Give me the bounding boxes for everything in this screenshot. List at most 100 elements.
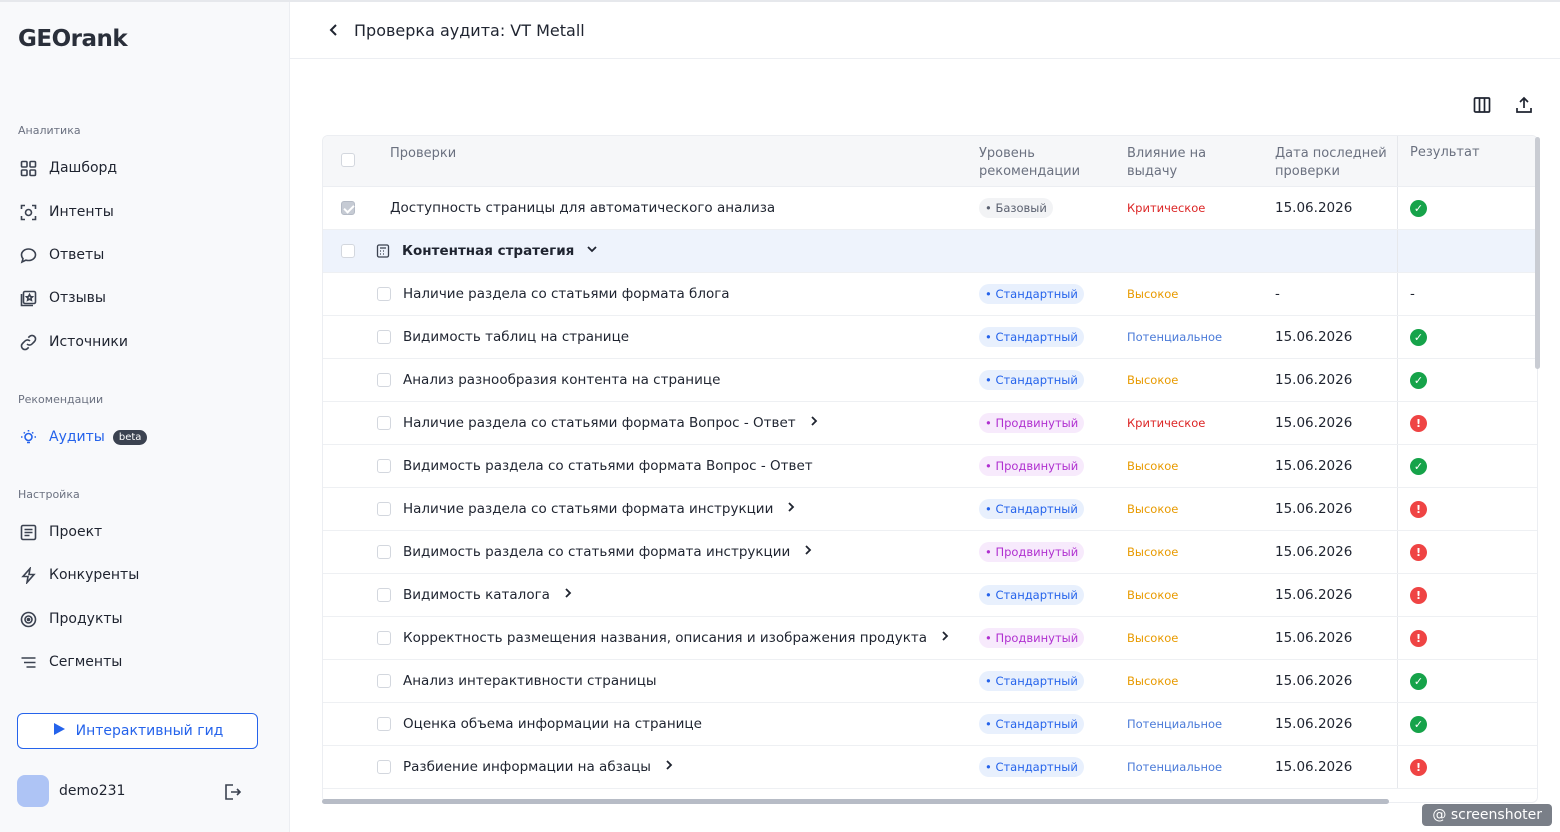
table-row[interactable]: Наличие раздела со статьями формата инст… — [323, 488, 1537, 531]
sidebar-item-products[interactable]: Продукты — [20, 607, 123, 631]
group-name: Контентная стратегия — [402, 243, 575, 259]
watermark: @ screenshoter — [1422, 804, 1552, 826]
check-name: Корректность размещения названия, описан… — [403, 630, 928, 646]
check-success-icon: ✓ — [1410, 328, 1427, 346]
row-checkbox[interactable] — [377, 588, 391, 602]
sidebar-item-label: Аудиты — [49, 429, 105, 445]
row-checkbox[interactable] — [377, 287, 391, 301]
chevron-right-icon[interactable] — [562, 587, 574, 603]
row-checkbox[interactable] — [377, 545, 391, 559]
date-value: 15.06.2026 — [1275, 458, 1353, 474]
table-row[interactable]: Видимость раздела со статьями формата Во… — [323, 445, 1537, 488]
sidebar: GEOrank Аналитика Дашборд Интенты Ответы… — [0, 2, 290, 832]
row-checkbox[interactable] — [377, 330, 391, 344]
section-recommendations: Рекомендации — [18, 393, 104, 406]
row-checkbox[interactable] — [377, 502, 391, 516]
header-result[interactable]: Результат — [1397, 136, 1537, 186]
group-checkbox[interactable] — [341, 244, 355, 258]
row-checkbox[interactable] — [377, 416, 391, 430]
sidebar-item-audits[interactable]: Аудиты beta — [20, 425, 148, 449]
chevron-right-icon[interactable] — [785, 501, 797, 517]
sidebar-item-label: Проект — [49, 524, 103, 540]
table-row[interactable]: Наличие раздела со статьями формата Вопр… — [323, 402, 1537, 445]
check-success-icon: ✓ — [1410, 371, 1427, 389]
header-level[interactable]: Уровень рекомендации — [979, 136, 1127, 186]
sidebar-item-intents[interactable]: Интенты — [20, 200, 114, 224]
table-row[interactable]: Видимость каталога • Стандартный Высокое 15… — [323, 574, 1537, 617]
level-badge: • Стандартный — [979, 757, 1084, 777]
check-success-icon: ✓ — [1410, 715, 1427, 733]
grid-icon — [20, 160, 37, 177]
chevron-right-icon[interactable] — [939, 630, 951, 646]
table-row[interactable]: Видимость раздела со статьями формата ин… — [323, 531, 1537, 574]
vertical-scrollbar[interactable] — [1535, 137, 1540, 369]
table-row[interactable]: Видимость таблиц на странице • Стандартны… — [323, 316, 1537, 359]
alert-icon: ! — [1410, 500, 1427, 518]
row-checkbox[interactable] — [377, 459, 391, 473]
check-name: Доступность страницы для автоматического… — [390, 200, 776, 216]
sidebar-item-label: Конкуренты — [49, 567, 140, 583]
table-row[interactable]: Наличие раздела со статьями формата блог… — [323, 273, 1537, 316]
back-arrow-icon[interactable] — [326, 22, 342, 38]
chevron-right-icon[interactable] — [802, 544, 814, 560]
product-icon — [20, 611, 37, 628]
row-checkbox[interactable] — [377, 373, 391, 387]
user-profile[interactable]: demo231 — [17, 775, 125, 807]
section-settings: Настройка — [18, 488, 80, 501]
alert-icon: ! — [1410, 414, 1427, 432]
sidebar-item-label: Источники — [49, 334, 128, 350]
check-name: Наличие раздела со статьями формата Вопр… — [403, 415, 796, 431]
table-row[interactable]: Оценка объема информации на странице • Ст… — [323, 703, 1537, 746]
sidebar-item-reviews[interactable]: Отзывы — [20, 286, 106, 310]
interactive-guide-button[interactable]: Интерактивный гид — [17, 713, 258, 749]
date-value: 15.06.2026 — [1275, 587, 1353, 603]
check-name: Разбиение информации на абзацы — [403, 759, 651, 775]
select-all-checkbox[interactable] — [341, 153, 355, 167]
app-logo[interactable]: GEOrank — [18, 26, 128, 52]
alert-icon: ! — [1410, 586, 1427, 604]
level-badge: • Стандартный — [979, 284, 1084, 304]
row-checkbox[interactable] — [377, 674, 391, 688]
chevron-down-icon[interactable] — [586, 243, 598, 259]
review-icon — [20, 290, 37, 307]
sidebar-item-dashboard[interactable]: Дашборд — [20, 156, 117, 180]
horizontal-scrollbar[interactable] — [322, 799, 1389, 804]
sidebar-item-project[interactable]: Проект — [20, 520, 102, 544]
header-date[interactable]: Дата последней проверки — [1275, 136, 1397, 186]
table-row[interactable]: Анализ разнообразия контента на странице… — [323, 359, 1537, 402]
sidebar-item-answers[interactable]: Ответы — [20, 243, 104, 267]
table-row[interactable]: Разбиение информации на абзацы • Стандарт… — [323, 746, 1537, 789]
impact-value: Потенциальное — [1127, 330, 1223, 344]
logout-icon[interactable] — [222, 782, 242, 802]
sidebar-item-sources[interactable]: Источники — [20, 330, 128, 354]
sidebar-item-competitors[interactable]: Конкуренты — [20, 563, 139, 587]
group-row[interactable]: Контентная стратегия — [323, 230, 1537, 273]
chevron-right-icon[interactable] — [663, 759, 675, 775]
page-title: Проверка аудита: VT Metall — [354, 20, 585, 40]
table-row[interactable]: Анализ интерактивности страницы • Стандар… — [323, 660, 1537, 703]
sidebar-item-label: Отзывы — [49, 290, 106, 306]
level-badge: • Стандартный — [979, 370, 1084, 390]
chevron-right-icon[interactable] — [808, 415, 820, 431]
row-checkbox[interactable] — [377, 760, 391, 774]
row-checkbox[interactable] — [341, 201, 355, 215]
audit-table: Проверки Уровень рекомендации Влияние на… — [322, 135, 1538, 803]
impact-value: Высокое — [1127, 459, 1179, 473]
date-value: 15.06.2026 — [1275, 716, 1353, 732]
row-checkbox[interactable] — [377, 717, 391, 731]
level-badge: • Продвинутый — [979, 628, 1085, 648]
export-icon[interactable] — [1514, 95, 1534, 115]
table-row[interactable]: Корректность размещения названия, описан… — [323, 617, 1537, 660]
header-checks[interactable]: Проверки — [373, 136, 979, 186]
target-icon — [20, 204, 37, 221]
row-checkbox[interactable] — [377, 631, 391, 645]
impact-value: Высокое — [1127, 545, 1179, 559]
header-impact[interactable]: Влияние на выдачу — [1127, 136, 1275, 186]
table-header: Проверки Уровень рекомендации Влияние на… — [323, 136, 1537, 187]
date-value: 15.06.2026 — [1275, 759, 1353, 775]
avatar — [17, 775, 49, 807]
sidebar-item-segments[interactable]: Сегменты — [20, 650, 122, 674]
columns-icon[interactable] — [1472, 95, 1492, 115]
table-row[interactable]: Доступность страницы для автоматического… — [323, 187, 1537, 230]
level-badge: • Стандартный — [979, 585, 1084, 605]
